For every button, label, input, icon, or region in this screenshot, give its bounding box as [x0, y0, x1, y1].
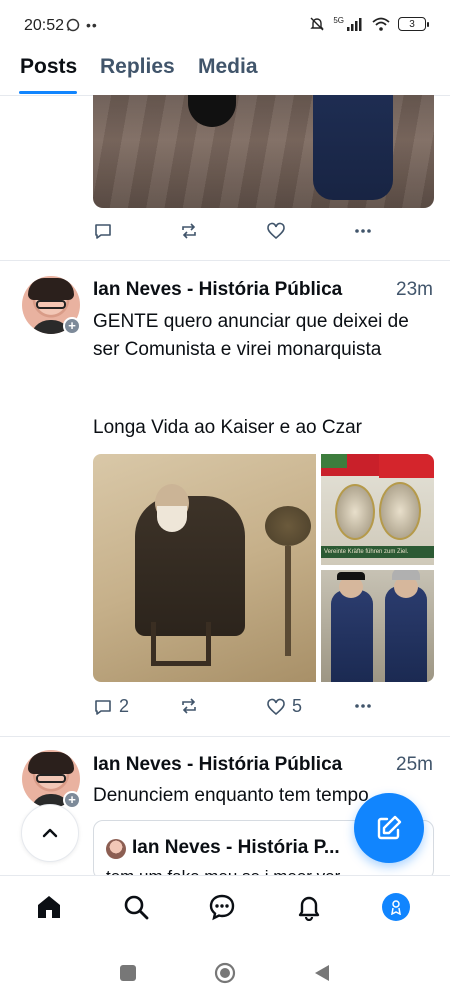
image-chair: [151, 622, 211, 666]
image-figure: [313, 95, 393, 200]
status-right: 5G 3: [309, 15, 429, 32]
reply-button[interactable]: [93, 221, 119, 241]
repost-icon: [182, 223, 196, 239]
post-image[interactable]: [93, 95, 434, 208]
status-bar: 20:52 •• 5G 3: [0, 0, 450, 50]
more-options-button[interactable]: [353, 696, 373, 716]
repost-button[interactable]: [179, 221, 205, 241]
compose-post-button[interactable]: [354, 793, 424, 863]
reply-count: 2: [119, 696, 130, 716]
more-options-button[interactable]: [353, 221, 373, 241]
status-time: 20:52: [24, 17, 65, 34]
post-image-emperor[interactable]: [93, 454, 316, 682]
image-portrait-left: [335, 484, 375, 540]
system-home-button[interactable]: [214, 962, 236, 989]
nav-chat[interactable]: [207, 892, 237, 922]
repost-icon: [182, 698, 196, 714]
signal-icon: [347, 18, 362, 31]
image-stand: [285, 546, 291, 656]
back-triangle-icon: [315, 965, 329, 981]
post-image-postcard[interactable]: Vereinte Kräfte führen zum Ziel.: [321, 454, 434, 565]
like-count: 5: [292, 696, 303, 716]
chat-icon: [209, 894, 235, 921]
post-time: 23m: [396, 279, 433, 300]
battery-level: 3: [409, 18, 415, 30]
profile-tabs: Posts Replies Media: [0, 50, 450, 96]
mute-icon: [310, 17, 325, 31]
image-portrait-right: [379, 482, 421, 540]
post-text: GENTE quero anunciar que deixei de ser C…: [93, 311, 409, 360]
recents-button[interactable]: [119, 964, 137, 987]
reply-icon: [95, 699, 111, 715]
tab-posts[interactable]: Posts: [20, 55, 77, 79]
nav-profile[interactable]: [381, 892, 411, 922]
tab-media[interactable]: Media: [198, 55, 258, 79]
battery-icon: 3: [398, 17, 429, 31]
wifi-icon: [372, 17, 390, 31]
status-left-icons: ••: [66, 17, 98, 33]
more-icon: [355, 229, 371, 233]
bottom-nav: [0, 875, 450, 937]
image-man: [135, 496, 245, 636]
back-button[interactable]: [313, 964, 331, 987]
home-icon: [38, 896, 60, 918]
image-officer-left: [331, 590, 373, 682]
post-author[interactable]: Ian Neves - História Pública: [93, 279, 385, 301]
bell-icon: [298, 896, 320, 921]
post-time: 25m: [396, 754, 433, 775]
image-helmet-right: [392, 570, 420, 580]
tab-replies[interactable]: Replies: [100, 55, 175, 79]
post-separator: [0, 260, 450, 261]
image-plant: [265, 506, 311, 546]
avatar-hair: [28, 752, 74, 774]
follow-plus-icon[interactable]: +: [63, 791, 81, 809]
heart-icon: [267, 222, 285, 240]
image-flag-turkey: [379, 454, 434, 478]
post-separator: [0, 736, 450, 737]
profile-badge-icon: [391, 900, 401, 915]
nav-home[interactable]: [34, 892, 64, 922]
like-button[interactable]: [266, 221, 292, 241]
image-flag-green: [321, 454, 347, 468]
more-dots-icon: ••: [86, 17, 98, 33]
quote-avatar: [106, 839, 126, 859]
circle-icon: [214, 962, 236, 984]
nav-notifications[interactable]: [294, 892, 324, 922]
avatar-glasses: [36, 300, 66, 309]
compose-icon: [377, 815, 402, 840]
quote-author: Ian Neves - História P...: [132, 837, 340, 858]
like-button[interactable]: 5: [266, 696, 302, 717]
heart-icon: [267, 698, 285, 715]
image-cap-left: [337, 572, 365, 580]
reply-icon: [95, 224, 111, 239]
post-text-line2: Longa Vida ao Kaiser e ao Czar: [93, 417, 362, 438]
reply-button[interactable]: 2: [93, 696, 129, 717]
post-actions: [93, 217, 434, 247]
profile-avatar: [382, 893, 410, 921]
search-icon: [124, 895, 149, 920]
active-tab-indicator: [19, 91, 77, 94]
whatsapp-icon: [66, 18, 80, 32]
image-officer-right: [385, 586, 427, 682]
postcard-caption: Vereinte Kräfte führen zum Ziel.: [324, 549, 409, 555]
post-image-officers[interactable]: [321, 570, 434, 682]
post-actions: 2 5: [93, 692, 434, 722]
avatar-hair: [28, 278, 74, 300]
square-icon: [120, 965, 136, 981]
nav-search[interactable]: [121, 892, 151, 922]
network-label: 5G: [333, 15, 344, 25]
post-author[interactable]: Ian Neves - História Pública: [93, 754, 385, 776]
system-nav-bar: [0, 940, 450, 1000]
avatar-glasses: [36, 774, 66, 783]
image-banner: Vereinte Kräfte führen zum Ziel.: [321, 546, 434, 558]
chevron-up-icon: [42, 828, 58, 838]
scroll-to-top-button[interactable]: [21, 804, 79, 862]
follow-plus-icon[interactable]: +: [63, 317, 81, 335]
repost-button[interactable]: [179, 696, 205, 716]
more-icon: [355, 704, 371, 708]
